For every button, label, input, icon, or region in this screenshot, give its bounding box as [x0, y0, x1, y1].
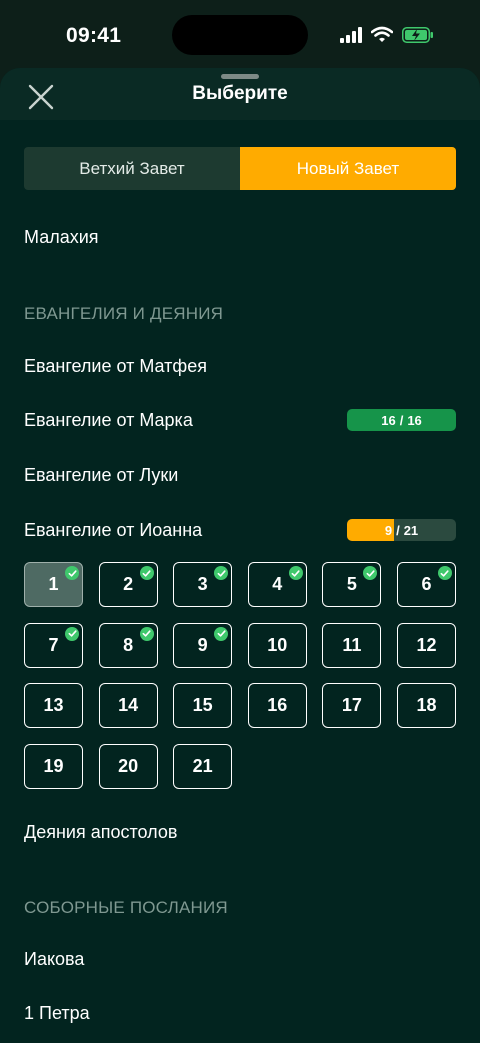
book-row-acts[interactable]: Деяния апостолов — [24, 822, 177, 843]
chapter-number: 9 — [197, 634, 208, 655]
chapter-number: 13 — [43, 695, 64, 715]
chapter-button[interactable]: 1 — [24, 562, 83, 607]
read-check-icon — [139, 566, 154, 580]
chapter-number: 4 — [272, 574, 283, 594]
chapter-number: 8 — [123, 634, 134, 655]
progress-separator: / — [399, 412, 404, 428]
chapter-button[interactable]: 4 — [247, 562, 307, 607]
chapter-number: 6 — [421, 574, 432, 594]
chapter-button[interactable]: 15 — [173, 683, 233, 728]
chapter-button[interactable]: 2 — [98, 562, 158, 607]
read-check-icon — [214, 566, 229, 580]
chapter-number: 3 — [197, 574, 208, 594]
read-check-icon — [65, 566, 79, 580]
progress-badge-mark: 16 / 16 — [347, 409, 456, 431]
progress-badge-john: 9 / 21 — [347, 519, 456, 541]
read-check-icon — [437, 566, 452, 580]
chapter-number: 5 — [346, 574, 357, 594]
progress-total: 21 — [403, 522, 419, 538]
read-check-icon — [139, 626, 154, 641]
chapter-button[interactable]: 9 — [173, 622, 233, 668]
chapter-button[interactable]: 16 — [247, 683, 307, 728]
sheet-title: Выберите — [192, 83, 288, 104]
progress-read: 16 — [381, 412, 396, 428]
testament-switch: Ветхий Завет Новый Завет — [24, 147, 456, 190]
chapter-button[interactable]: 21 — [173, 743, 233, 789]
battery-charging-icon — [402, 27, 433, 43]
section-catholic-epistles: СОБОРНЫЕ ПОСЛАНИЯ — [24, 898, 228, 917]
section-gospels-acts: ЕВАНГЕЛИЯ И ДЕЯНИЯ — [24, 304, 224, 323]
chapter-number: 17 — [341, 695, 362, 715]
status-time: 09:41 — [66, 24, 122, 47]
chapter-button[interactable]: 13 — [24, 683, 83, 728]
book-row-matthew[interactable]: Евангелие от Матфея — [24, 356, 207, 377]
book-row-malachi[interactable]: Малахия — [24, 227, 99, 248]
chapter-grid: 1 2 3 4 5 6 7 8 9 10 11 12 13 14 15 16 17 18 19 20 21 — [24, 562, 456, 789]
chapter-button[interactable]: 18 — [396, 683, 456, 728]
cellular-signal-icon — [340, 27, 362, 43]
chapter-number: 19 — [43, 755, 64, 776]
read-check-icon — [65, 626, 79, 641]
progress-total: 16 — [407, 412, 422, 428]
chapter-picker-sheet: Выберите Ветхий Завет Новый Завет Малахи… — [0, 68, 480, 1043]
progress-separator: / — [396, 522, 400, 538]
chapter-button[interactable]: 12 — [396, 622, 456, 668]
book-row-john[interactable]: Евангелие от Иоанна — [24, 520, 202, 541]
chapter-number: 7 — [48, 634, 59, 655]
sheet-header: Выберите — [0, 68, 480, 120]
chapter-button[interactable]: 3 — [173, 562, 233, 607]
tab-new-testament[interactable]: Новый Завет — [240, 147, 456, 190]
book-row-luke[interactable]: Евангелие от Луки — [24, 465, 178, 486]
chapter-button[interactable]: 5 — [322, 562, 382, 607]
chapter-number: 14 — [118, 695, 139, 715]
book-row-1-peter[interactable]: 1 Петра — [24, 1003, 90, 1024]
chapter-button[interactable]: 10 — [247, 622, 307, 668]
book-row-james[interactable]: Иакова — [24, 949, 84, 970]
chapter-number: 15 — [192, 695, 213, 715]
tab-old-testament[interactable]: Ветхий Завет — [24, 147, 240, 190]
chapter-number: 11 — [342, 634, 362, 655]
chapter-button[interactable]: 8 — [98, 622, 158, 668]
chapter-number: 2 — [123, 574, 134, 594]
chapter-number: 21 — [192, 755, 213, 776]
read-check-icon — [363, 566, 378, 580]
chapter-number: 16 — [267, 695, 288, 715]
chapter-button[interactable]: 7 — [24, 622, 83, 668]
chapter-number: 12 — [416, 634, 437, 655]
chapter-number: 20 — [118, 755, 139, 776]
read-check-icon — [288, 566, 303, 580]
chapter-button[interactable]: 6 — [396, 562, 456, 607]
status-bar: 09:41 — [0, 0, 480, 68]
chapter-button[interactable]: 19 — [24, 743, 83, 789]
dynamic-island — [172, 15, 308, 55]
progress-read: 9 — [384, 522, 393, 538]
chapter-number: 18 — [416, 695, 437, 715]
chapter-button[interactable]: 17 — [322, 683, 382, 728]
book-row-mark[interactable]: Евангелие от Марка — [24, 410, 193, 431]
chapter-button[interactable]: 20 — [98, 743, 158, 789]
chapter-number: 10 — [267, 634, 288, 655]
chapter-number: 1 — [48, 574, 59, 594]
sheet-grabber[interactable] — [221, 74, 259, 79]
wifi-icon — [371, 26, 393, 42]
chapter-button[interactable]: 11 — [322, 622, 382, 668]
chapter-button[interactable]: 14 — [98, 683, 158, 728]
read-check-icon — [214, 626, 229, 641]
